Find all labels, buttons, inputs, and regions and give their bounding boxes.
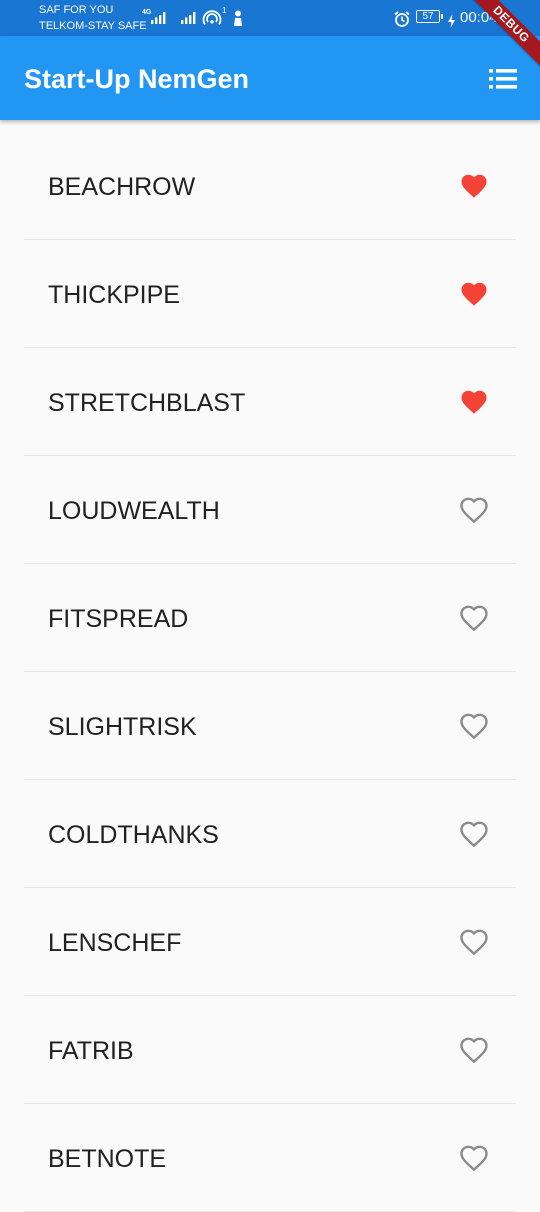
- saved-list-button[interactable]: [486, 66, 520, 92]
- signal-strength-icon: [181, 12, 196, 24]
- carrier-name-secondary: TELKOM-STAY SAFE: [39, 20, 147, 32]
- heart-outline-icon: [460, 605, 488, 632]
- heart-outline-icon: [460, 821, 488, 848]
- startup-name-label: STRETCHBLAST: [48, 389, 246, 417]
- status-bar: SAF FOR YOU TELKOM-STAY SAFE 4G 1 57 00:…: [0, 0, 540, 36]
- favorite-toggle-button[interactable]: [458, 1143, 490, 1173]
- carrier-name-primary: SAF FOR YOU: [39, 4, 114, 16]
- list-item[interactable]: BEACHROW: [24, 132, 516, 240]
- heart-filled-icon: [461, 282, 487, 306]
- startup-name-label: COLDTHANKS: [48, 821, 219, 849]
- startup-name-label: SLIGHTRISK: [48, 713, 197, 741]
- favorite-toggle-button[interactable]: [458, 495, 490, 525]
- heart-outline-icon: [460, 1037, 488, 1064]
- status-time: 00:04: [460, 9, 498, 26]
- favorite-toggle-button[interactable]: [458, 711, 490, 741]
- battery-level: 57: [416, 10, 443, 23]
- list-icon: [489, 69, 517, 89]
- app-bar: Start-Up NemGen: [0, 36, 540, 120]
- favorite-toggle-button[interactable]: [458, 171, 490, 201]
- charging-bolt-icon: [448, 14, 455, 28]
- startup-name-label: THICKPIPE: [48, 281, 180, 309]
- favorite-toggle-button[interactable]: [458, 603, 490, 633]
- list-item[interactable]: LOUDWEALTH: [24, 456, 516, 564]
- list-item[interactable]: FITSPREAD: [24, 564, 516, 672]
- alarm-clock-icon: [394, 11, 410, 27]
- person-icon: [234, 10, 242, 26]
- heart-outline-icon: [460, 1145, 488, 1172]
- list-item[interactable]: BETNOTE: [24, 1104, 516, 1212]
- list-item[interactable]: LENSCHEF: [24, 888, 516, 996]
- favorite-toggle-button[interactable]: [458, 1035, 490, 1065]
- favorite-toggle-button[interactable]: [458, 927, 490, 957]
- list-item[interactable]: COLDTHANKS: [24, 780, 516, 888]
- name-list: BEACHROW THICKPIPE STRETCHBLAST LOUDWEALTH F…: [24, 132, 516, 1212]
- favorite-toggle-button[interactable]: [458, 819, 490, 849]
- hotspot-icon: [202, 10, 222, 26]
- startup-name-label: LENSCHEF: [48, 929, 182, 957]
- heart-outline-icon: [460, 929, 488, 956]
- list-item[interactable]: STRETCHBLAST: [24, 348, 516, 456]
- list-item[interactable]: SLIGHTRISK: [24, 672, 516, 780]
- startup-name-label: FITSPREAD: [48, 605, 189, 633]
- heart-outline-icon: [460, 497, 488, 524]
- startup-name-label: LOUDWEALTH: [48, 497, 220, 525]
- list-item[interactable]: FATRIB: [24, 996, 516, 1104]
- heart-filled-icon: [461, 174, 487, 198]
- list-item[interactable]: THICKPIPE: [24, 240, 516, 348]
- startup-name-label: BETNOTE: [48, 1145, 167, 1173]
- app-title: Start-Up NemGen: [24, 64, 250, 94]
- startup-name-label: BEACHROW: [48, 173, 196, 201]
- heart-outline-icon: [460, 713, 488, 740]
- favorite-toggle-button[interactable]: [458, 279, 490, 309]
- startup-name-label: FATRIB: [48, 1037, 134, 1065]
- hotspot-count: 1: [222, 6, 227, 15]
- favorite-toggle-button[interactable]: [458, 387, 490, 417]
- signal-strength-icon: [151, 12, 166, 24]
- heart-filled-icon: [461, 390, 487, 414]
